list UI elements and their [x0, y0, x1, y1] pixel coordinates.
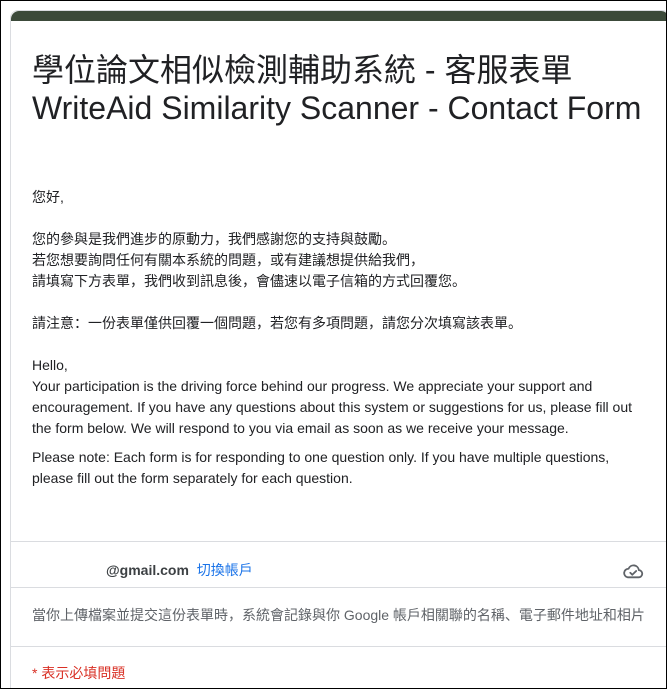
privacy-notice: 當你上傳檔案並提交這份表單時，系統會記錄與你 Google 帳戶相關聯的名稱、電… [32, 607, 645, 623]
form-description: 您好, 您的參與是我們進步的原動力，我們感謝您的支持與鼓勵。 若您想要詢問任何有… [32, 187, 652, 489]
divider [11, 541, 666, 542]
en-note: Please note: Each form is for responding… [32, 449, 610, 486]
zh-line-1: 您的參與是我們進步的原動力，我們感謝您的支持與鼓勵。 [32, 231, 396, 247]
en-greeting: Hello, [32, 357, 68, 373]
zh-line-3: 請填寫下方表單，我們收到訊息後，會儘速以電子信箱的方式回覆您。 [32, 273, 466, 289]
form-header-card: 學位論文相似檢測輔助系統 - 客服表單 WriteAid Similarity … [10, 10, 666, 688]
zh-line-2: 若您想要詢問任何有關本系統的問題，或有建議想提供給我們， [32, 252, 424, 268]
en-body: Your participation is the driving force … [32, 378, 633, 436]
divider [11, 646, 666, 647]
zh-note: 請注意：一份表單僅供回覆一個問題，若您有多項問題，請您分次填寫該表單。 [32, 315, 522, 331]
account-email: @gmail.com [106, 562, 189, 578]
zh-greeting: 您好, [32, 189, 64, 205]
required-question-note: * 表示必填問題 [32, 665, 126, 681]
page-frame: 學位論文相似檢測輔助系統 - 客服表單 WriteAid Similarity … [0, 0, 667, 689]
account-row: @gmail.com 切換帳戶 [106, 560, 253, 580]
form-title: 學位論文相似檢測輔助系統 - 客服表單 WriteAid Similarity … [32, 52, 642, 126]
header-accent-bar [11, 11, 666, 21]
cloud-check-icon[interactable] [622, 562, 644, 580]
switch-account-link[interactable]: 切換帳戶 [197, 562, 253, 578]
divider [11, 587, 666, 588]
